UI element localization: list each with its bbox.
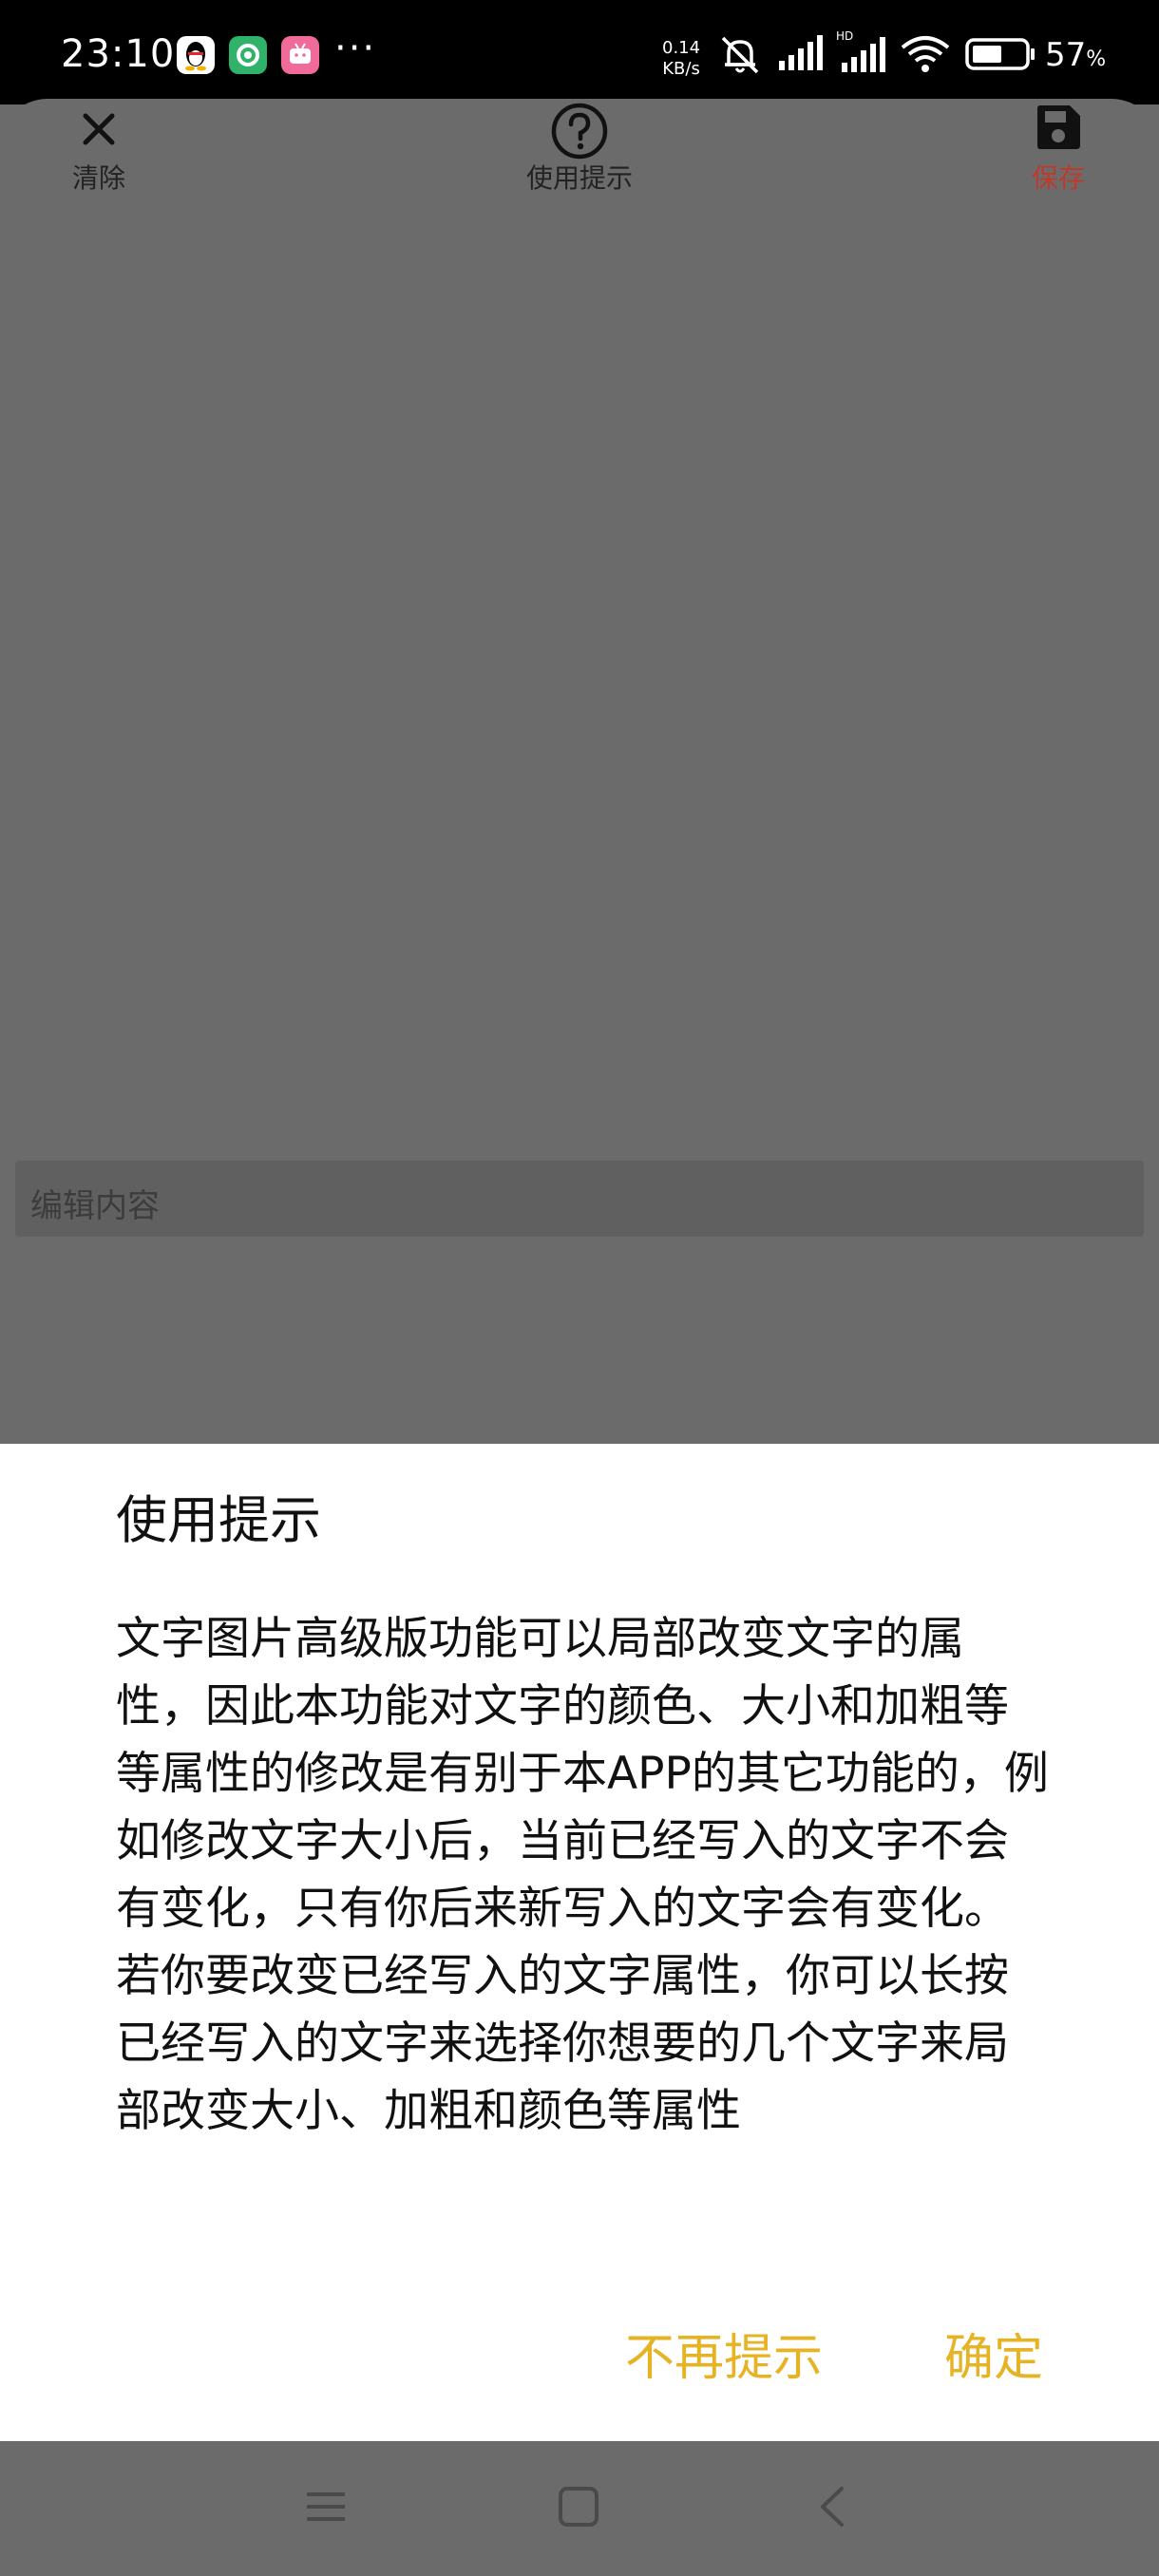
save-button[interactable]: 保存 [992, 105, 1125, 196]
ok-button[interactable]: 确定 [944, 2318, 1043, 2389]
battery-icon [965, 38, 1037, 74]
dialog-title: 使用提示 [116, 1490, 321, 1550]
dialog-message: 文字图片高级版功能可以局部改变文字的属性，因此本功能对文字的颜色、大小和加粗等等… [116, 1613, 1049, 2137]
network-speed: 0.14 KB/s [662, 38, 700, 80]
green-circle-app-icon [229, 36, 267, 74]
navigation-bar [0, 2441, 1159, 2576]
usage-tip-dialog: 使用提示 文字图片高级版功能可以局部改变文字的属性，因此本功能对文字的颜色、大小… [0, 1444, 1159, 2441]
network-speed-unit: KB/s [662, 59, 700, 79]
help-button[interactable]: 使用提示 [513, 103, 646, 196]
battery-percent-value: 57 [1045, 36, 1087, 74]
qq-icon [177, 36, 215, 74]
more-notifications-icon: ··· [334, 27, 377, 70]
pink-tv-app-icon [281, 36, 319, 74]
back-icon[interactable] [809, 2483, 857, 2534]
save-label: 保存 [1031, 162, 1085, 194]
edit-content-placeholder: 编辑内容 [30, 1187, 160, 1225]
wifi-icon [901, 34, 950, 78]
status-time: 23:10 [61, 32, 176, 76]
battery-percent-unit: % [1086, 47, 1107, 71]
mute-bell-icon [717, 34, 763, 80]
network-speed-value: 0.14 [662, 38, 701, 58]
edit-content-input[interactable]: 编辑内容 [15, 1161, 1144, 1237]
home-icon[interactable] [555, 2483, 602, 2534]
menu-icon[interactable] [302, 2483, 350, 2534]
help-label: 使用提示 [525, 162, 633, 194]
dont-show-again-button[interactable]: 不再提示 [625, 2318, 823, 2389]
save-icon [1037, 105, 1080, 149]
status-bar: 23:10 ··· 0.14 KB/s HD 57% [0, 0, 1159, 104]
svg-text:HD: HD [836, 29, 853, 43]
hd-signal-icon: HD [836, 28, 891, 78]
close-icon [83, 113, 115, 145]
clear-button[interactable]: 清除 [32, 106, 165, 196]
battery-percent: 57% [1045, 36, 1106, 74]
signal-strength-icon [777, 34, 826, 76]
help-icon [551, 103, 608, 160]
clear-label: 清除 [71, 162, 125, 194]
